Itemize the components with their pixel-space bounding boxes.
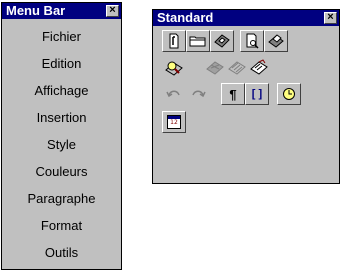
standard-close-button[interactable]: × <box>324 12 337 24</box>
save-button[interactable] <box>210 30 234 52</box>
standard-title: Standard <box>157 10 214 25</box>
menu-item-format[interactable]: Format <box>6 212 117 239</box>
calendar-icon: 12 <box>167 115 181 129</box>
undo-button[interactable] <box>162 83 186 105</box>
menu-bar-close-button[interactable]: × <box>106 5 119 17</box>
close-icon: × <box>109 4 116 16</box>
menu-item-paragraphe[interactable]: Paragraphe <box>6 185 117 212</box>
show-brackets-button[interactable]: [ ] <box>245 83 269 105</box>
find-button[interactable] <box>162 57 186 79</box>
insert-date-button[interactable]: 12 <box>162 111 186 133</box>
menu-item-affichage[interactable]: Affichage <box>6 77 117 104</box>
menu-item-style[interactable]: Style <box>6 131 117 158</box>
menu-bar-title: Menu Bar <box>6 3 66 18</box>
copy-button[interactable] <box>225 57 249 79</box>
paste-button[interactable] <box>247 57 271 79</box>
pilcrow-icon: ¶ <box>229 86 237 102</box>
menu-bar-titlebar[interactable]: Menu Bar × <box>2 3 121 19</box>
close-icon: × <box>327 11 334 23</box>
standard-toolbar-palette: Standard × ¶ [] 12 <box>152 9 340 184</box>
menu-item-edition[interactable]: Edition <box>6 50 117 77</box>
find-icon <box>165 61 183 76</box>
calendar-day: 12 <box>170 119 178 126</box>
standard-titlebar[interactable]: Standard × <box>153 10 339 26</box>
brackets-icon: [ ] <box>251 88 263 100</box>
redo-icon <box>192 90 206 98</box>
menu-item-outils[interactable]: Outils <box>6 239 117 266</box>
menu-bar-palette: Menu Bar × Fichier Edition Affichage Ins… <box>1 2 122 270</box>
clock-icon <box>283 88 295 100</box>
show-paragraphs-button[interactable]: ¶ <box>221 83 245 105</box>
new-document-icon <box>169 33 179 49</box>
menu-item-insertion[interactable]: Insertion <box>6 104 117 131</box>
print-preview-button[interactable] <box>240 30 264 52</box>
print-preview-icon <box>246 33 259 49</box>
cut-icon <box>206 61 224 75</box>
open-folder-icon <box>189 36 206 47</box>
menu-item-couleurs[interactable]: Couleurs <box>6 158 117 185</box>
menu-list: Fichier Edition Affichage Insertion Styl… <box>6 23 117 266</box>
print-icon <box>268 34 284 48</box>
menu-item-fichier[interactable]: Fichier <box>6 23 117 50</box>
cut-button[interactable] <box>203 57 227 79</box>
save-icon <box>214 34 230 48</box>
open-button[interactable] <box>186 30 210 52</box>
paste-icon <box>250 59 268 75</box>
insert-time-button[interactable] <box>277 83 301 105</box>
print-button[interactable] <box>264 30 288 52</box>
redo-button[interactable] <box>186 83 210 105</box>
copy-icon <box>228 61 246 75</box>
undo-icon <box>166 90 180 98</box>
new-document-button[interactable] <box>162 30 186 52</box>
